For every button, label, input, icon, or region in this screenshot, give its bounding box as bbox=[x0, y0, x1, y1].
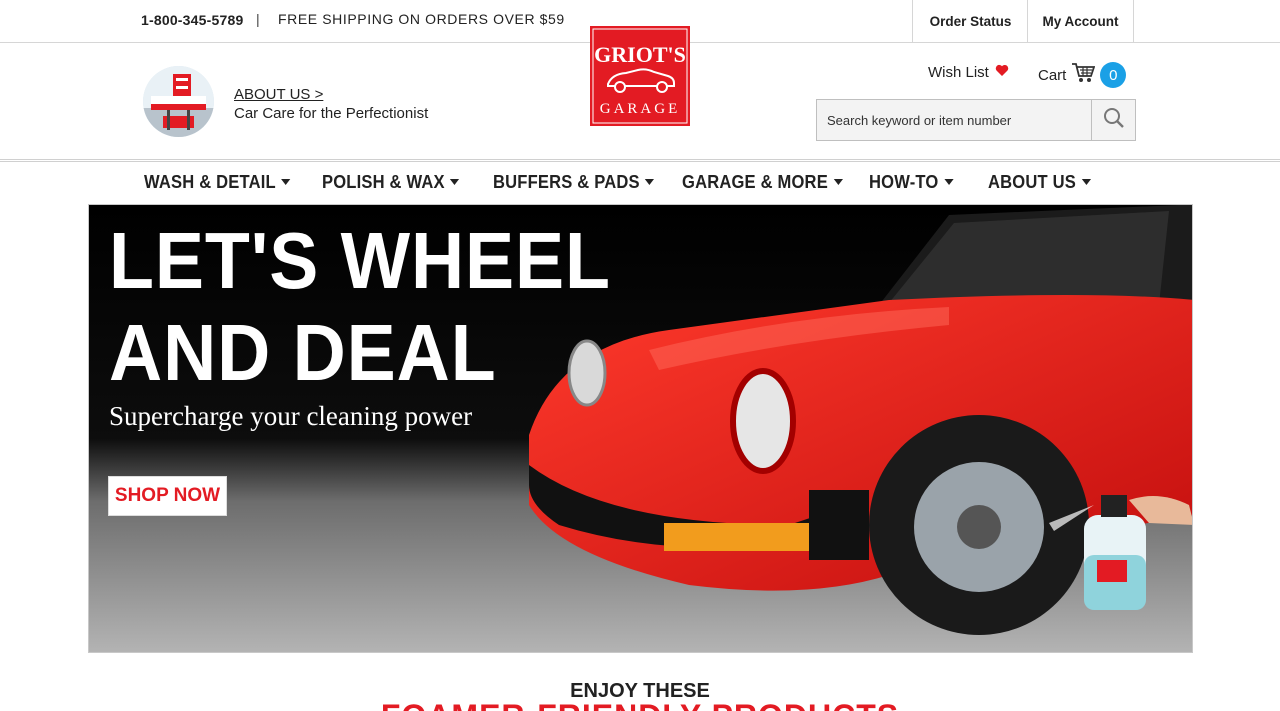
shopping-cart-icon bbox=[1071, 62, 1096, 88]
phone-number[interactable]: 1-800-345-5789 bbox=[141, 12, 243, 28]
hero-banner[interactable]: LET'S WHEEL AND DEAL Supercharge your cl… bbox=[88, 204, 1193, 653]
shipping-promo: FREE SHIPPING ON ORDERS OVER $59 bbox=[278, 11, 565, 27]
caret-down-icon bbox=[450, 179, 460, 185]
nav-label: POLISH & WAX bbox=[322, 171, 445, 192]
search-bar bbox=[816, 99, 1136, 141]
nav-how-to[interactable]: HOW-TO bbox=[869, 170, 978, 194]
nav-polish-wax[interactable]: POLISH & WAX bbox=[322, 170, 479, 194]
wish-list-label: Wish List bbox=[928, 64, 989, 81]
nav-label: ABOUT US bbox=[988, 171, 1076, 192]
nav-about-us[interactable]: ABOUT US bbox=[988, 170, 1091, 194]
caret-down-icon bbox=[645, 179, 655, 185]
caret-down-icon bbox=[833, 179, 843, 185]
hero-headline-line1: LET'S WHEEL bbox=[109, 216, 611, 305]
cart-label: Cart bbox=[1038, 66, 1067, 84]
header-divider bbox=[0, 159, 1280, 162]
about-tagline: Car Care for the Perfectionist bbox=[234, 105, 429, 122]
nav-garage-more[interactable]: GARAGE & MORE bbox=[682, 170, 854, 194]
section-title: FOAMER-FRIENDLY PRODUCTS bbox=[0, 700, 1280, 711]
cart-link[interactable]: Cart 0 bbox=[1038, 62, 1127, 88]
main-navigation: WASH & DETAIL POLISH & WAX BUFFERS & PAD… bbox=[144, 170, 1098, 194]
hero-headline: LET'S WHEEL AND DEAL bbox=[109, 215, 611, 399]
wish-list-link[interactable]: Wish List bbox=[928, 64, 1009, 81]
search-icon bbox=[1103, 107, 1125, 134]
search-input[interactable] bbox=[817, 100, 1091, 140]
hero-subheadline: Supercharge your cleaning power bbox=[109, 401, 473, 431]
my-account-link[interactable]: My Account bbox=[1027, 0, 1134, 43]
caret-down-icon bbox=[1081, 179, 1091, 185]
nav-buffers-pads[interactable]: BUFFERS & PADS bbox=[493, 170, 667, 194]
logo-wordmark-top: GRIOT'S bbox=[594, 42, 686, 67]
nav-label: GARAGE & MORE bbox=[682, 171, 828, 192]
caret-down-icon bbox=[281, 179, 291, 185]
order-status-link[interactable]: Order Status bbox=[912, 0, 1028, 43]
hero-headline-line2: AND DEAL bbox=[109, 308, 497, 397]
shop-now-button[interactable]: SHOP NOW bbox=[108, 476, 227, 516]
about-us-link[interactable]: ABOUT US > bbox=[234, 86, 323, 103]
nav-label: WASH & DETAIL bbox=[144, 171, 276, 192]
logo-wordmark-bottom: GARAGE bbox=[600, 101, 681, 117]
caret-down-icon bbox=[943, 179, 954, 185]
nav-label: BUFFERS & PADS bbox=[493, 171, 640, 192]
nav-wash-detail[interactable]: WASH & DETAIL bbox=[144, 170, 308, 194]
heart-icon bbox=[995, 64, 1009, 81]
separator: | bbox=[256, 11, 260, 27]
nav-label: HOW-TO bbox=[869, 171, 939, 192]
griots-garage-logo[interactable]: GRIOT'S GARAGE bbox=[590, 26, 690, 126]
cart-count-badge: 0 bbox=[1100, 62, 1127, 88]
about-us-thumbnail[interactable] bbox=[143, 66, 214, 137]
search-button[interactable] bbox=[1091, 100, 1135, 140]
